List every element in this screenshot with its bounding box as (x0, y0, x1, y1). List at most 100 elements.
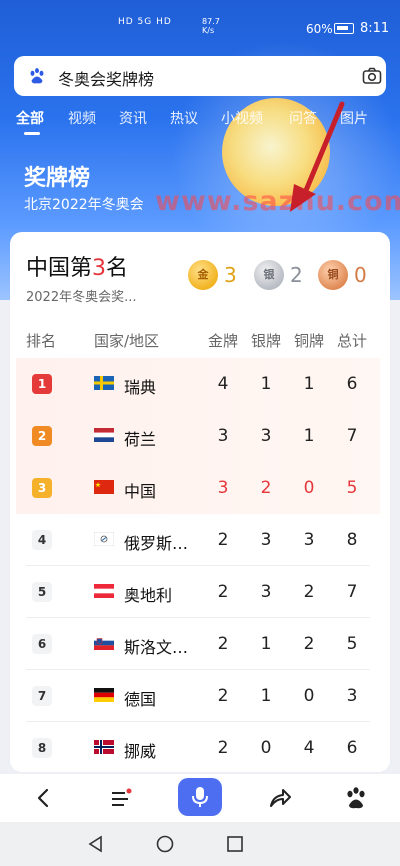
netherlands-flag-icon (94, 428, 114, 442)
bronze-cell: 4 (303, 738, 315, 758)
header-silver: 银牌 (251, 332, 282, 350)
table-row[interactable]: 1 瑞典 4 1 1 6 (16, 358, 380, 410)
camera-icon[interactable] (362, 66, 382, 86)
gold-cell: 2 (217, 738, 229, 758)
gold-cell: 2 (217, 686, 229, 706)
china-rank-title: 中国第3名 (26, 250, 128, 282)
table-row[interactable]: 2 荷兰 3 3 1 7 (16, 410, 380, 462)
roc-flag-icon (94, 532, 114, 546)
gold-cell: 2 (217, 582, 229, 602)
country-name: 瑞典 (124, 378, 157, 397)
table-row[interactable]: 8 挪威 2 0 4 6 (16, 722, 380, 772)
rank-badge: 8 (32, 738, 52, 758)
silver-cell: 1 (260, 634, 272, 654)
table-row[interactable]: 3 中国 3 2 0 5 (16, 462, 380, 514)
country-name: 奥地利 (124, 586, 173, 605)
back-icon[interactable] (30, 784, 58, 812)
rank-title-prefix: 中国第 (26, 256, 93, 281)
rank-number: 3 (92, 256, 107, 281)
header-bronze: 铜牌 (294, 332, 325, 350)
total-cell: 8 (346, 530, 358, 550)
clock: 8:11 (360, 21, 390, 36)
back-triangle-icon[interactable] (86, 834, 106, 854)
red-arrow-annotation (290, 101, 345, 212)
silver-cell: 3 (260, 530, 272, 550)
bronze-medal-icon: 铜 (318, 260, 348, 290)
country-name: 俄罗斯… (124, 534, 189, 553)
rank-badge: 3 (32, 478, 52, 498)
status-bar: HD 5G HD 87.7 K/s 60% 8:11 (0, 0, 400, 40)
rank-badge: 7 (32, 686, 52, 706)
silver-cell: 1 (260, 686, 272, 706)
gold-medal-icon: 金 (188, 260, 218, 290)
silver-cell: 3 (260, 582, 272, 602)
norway-flag-icon (94, 740, 114, 754)
medal-table-card: 中国第3名 2022年冬奥会奖... 金 3 银 2 铜 0 排名 国家/地区 … (10, 232, 390, 772)
total-cell: 5 (346, 634, 358, 654)
voice-search-button[interactable] (178, 778, 222, 816)
bronze-cell: 2 (303, 582, 315, 602)
tab-video[interactable]: 视频 (68, 108, 96, 128)
mic-icon (192, 787, 208, 807)
country-name: 中国 (124, 482, 157, 501)
tab-news[interactable]: 资讯 (119, 108, 147, 128)
total-cell: 3 (346, 686, 358, 706)
rank-badge: 1 (32, 374, 52, 394)
total-cell: 6 (346, 374, 358, 394)
tab-short-video[interactable]: 小视频 (221, 108, 263, 128)
gold-cell: 3 (217, 426, 229, 446)
share-icon[interactable] (266, 784, 294, 812)
bronze-cell: 0 (303, 686, 315, 706)
silver-cell: 3 (260, 426, 272, 446)
bronze-count: 0 (354, 263, 367, 287)
header-total: 总计 (337, 332, 368, 350)
search-bar[interactable]: 冬奥会奖牌榜 (14, 56, 386, 96)
table-row[interactable]: 5 奥地利 2 3 2 7 (16, 566, 380, 618)
tab-all[interactable]: 全部 (16, 108, 44, 135)
watermark: www.sazhu.com (155, 186, 400, 217)
table-row[interactable]: 6 斯洛文… 2 1 2 5 (16, 618, 380, 670)
network-speed: 87.7 K/s (202, 17, 220, 35)
table-header: 排名 国家/地区 金牌 银牌 铜牌 总计 (10, 330, 390, 354)
country-name: 德国 (124, 690, 157, 709)
bronze-cell: 1 (303, 374, 315, 394)
tab-discussion[interactable]: 热议 (170, 108, 198, 128)
silver-cell: 1 (260, 374, 272, 394)
table-row[interactable]: 4 俄罗斯… 2 3 3 8 (16, 514, 380, 566)
bronze-cell: 1 (303, 426, 315, 446)
rank-badge: 2 (32, 426, 52, 446)
silver-cell: 0 (260, 738, 272, 758)
header-country: 国家/地区 (94, 332, 160, 350)
gold-cell: 2 (217, 530, 229, 550)
home-circle-icon[interactable] (155, 834, 175, 854)
gold-cell: 2 (217, 634, 229, 654)
bronze-cell: 2 (303, 634, 315, 654)
rank-badge: 5 (32, 582, 52, 602)
gold-cell: 3 (217, 478, 229, 498)
baidu-paw-icon[interactable] (342, 784, 370, 812)
gold-cell: 4 (217, 374, 229, 394)
rank-title-suffix: 名 (106, 256, 129, 281)
sweden-flag-icon (94, 376, 114, 390)
slovenia-flag-icon (94, 636, 114, 650)
baidu-paw-icon (30, 68, 44, 84)
bronze-cell: 0 (303, 478, 315, 498)
silver-medal-icon: 银 (254, 260, 284, 290)
silver-count: 2 (290, 263, 303, 287)
recent-square-icon[interactable] (225, 834, 245, 854)
search-query[interactable]: 冬奥会奖牌榜 (58, 66, 154, 90)
table-row[interactable]: 7 德国 2 1 0 3 (16, 670, 380, 722)
country-name: 挪威 (124, 742, 157, 761)
bronze-cell: 3 (303, 530, 315, 550)
battery-percent: 60% (306, 22, 333, 36)
germany-flag-icon (94, 688, 114, 702)
network-indicator: HD 5G HD (118, 17, 172, 27)
total-cell: 6 (346, 738, 358, 758)
total-cell: 5 (346, 478, 358, 498)
austria-flag-icon (94, 584, 114, 598)
battery-icon (334, 23, 354, 34)
menu-icon[interactable] (106, 784, 134, 812)
china-flag-icon (94, 480, 114, 494)
rank-badge: 4 (32, 530, 52, 550)
silver-cell: 2 (260, 478, 272, 498)
